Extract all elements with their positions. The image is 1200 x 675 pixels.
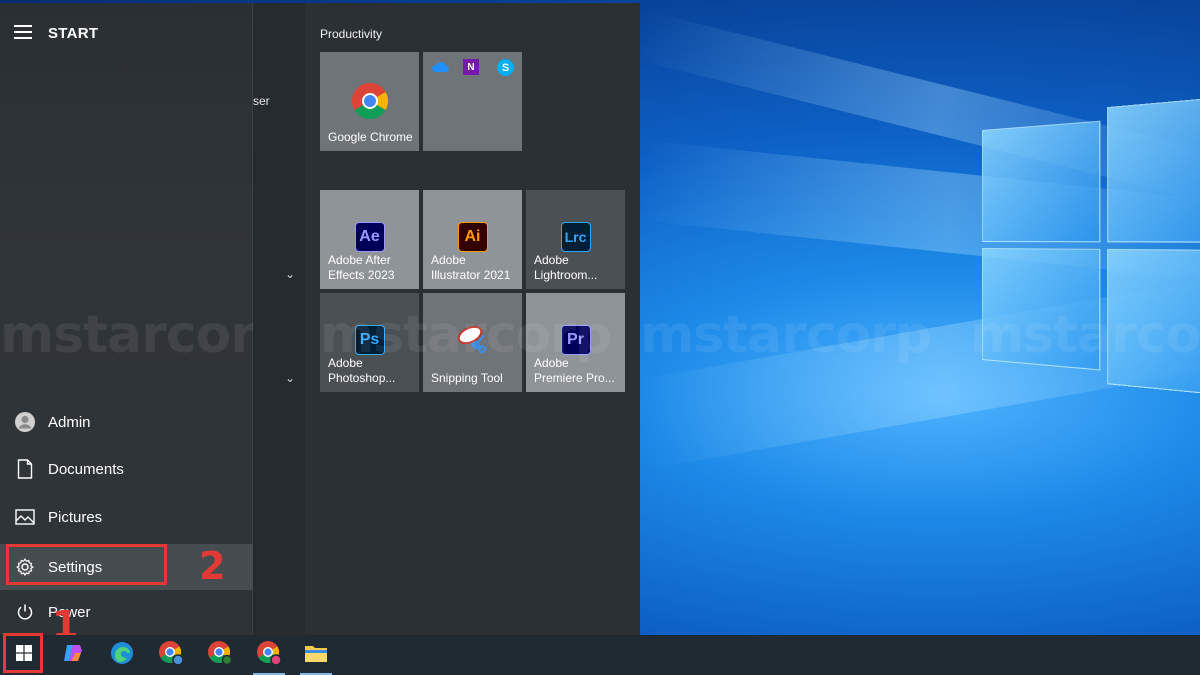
app-list-strip: ser ⌄ ⌄ [253, 3, 305, 635]
after-effects-icon: Ae [354, 222, 385, 252]
app-list-fragment: ser [253, 94, 270, 108]
taskbar-chrome[interactable] [196, 635, 244, 675]
tile-label: Adobe After Effects 2023 [328, 253, 395, 282]
tile-adobe-illustrator[interactable]: Ai Adobe Illustrator 2021 [423, 190, 522, 289]
tile-google-chrome[interactable]: Google Chrome [320, 52, 419, 151]
lightroom-icon: Lrc [560, 222, 591, 252]
illustrator-icon: Ai [457, 222, 488, 252]
taskbar-file-explorer[interactable] [292, 635, 340, 675]
watermark-text: mstarcorp [320, 305, 612, 365]
taskbar-chrome-profile[interactable] [147, 635, 195, 675]
file-explorer-icon [304, 643, 328, 668]
nav-label-pictures: Pictures [48, 508, 103, 526]
nav-item-power[interactable]: Power [0, 589, 253, 635]
chrome-profile-icon [158, 640, 184, 671]
taskbar-edge[interactable] [98, 635, 146, 675]
tile-label: Adobe Illustrator 2021 [431, 253, 511, 282]
tile-label: Google Chrome [328, 130, 413, 144]
chrome-icon [351, 82, 389, 120]
tile-adobe-lightroom[interactable]: Lrc Adobe Lightroom... [526, 190, 625, 289]
chevron-down-icon[interactable]: ⌄ [285, 371, 295, 385]
power-icon [14, 601, 36, 623]
chrome-icon [207, 640, 233, 671]
watermark-text: mstarcorp [970, 305, 1200, 365]
tile-label: Adobe Lightroom... [534, 253, 598, 282]
start-menu-sidebar: START Admin Documents Pictures Settings [0, 3, 292, 635]
settings-highlight-box [6, 544, 167, 585]
document-icon [14, 458, 36, 480]
nav-label-documents: Documents [48, 460, 124, 478]
taskbar [0, 635, 1200, 675]
user-avatar-icon [14, 411, 36, 433]
tile-group-title-productivity: Productivity [320, 27, 383, 41]
nav-label-admin: Admin [48, 413, 91, 431]
nav-item-documents[interactable]: Documents [0, 446, 253, 492]
watermark-text: mstarcorp [0, 305, 292, 365]
onedrive-icon [431, 60, 449, 78]
hamburger-menu-icon[interactable] [14, 25, 32, 39]
start-menu: START Admin Documents Pictures Settings [0, 3, 640, 635]
tile-office-folder[interactable]: N S [423, 52, 522, 151]
taskbar-copilot[interactable] [49, 635, 97, 675]
watermark-text: mstarcorp [640, 305, 932, 365]
pictures-icon [14, 506, 36, 528]
chrome-n-icon [256, 640, 282, 671]
tile-adobe-after-effects[interactable]: Ae Adobe After Effects 2023 [320, 190, 419, 289]
nav-item-pictures[interactable]: Pictures [0, 494, 253, 540]
skype-icon: S [497, 59, 514, 76]
start-button-highlight-box [3, 633, 43, 673]
onenote-icon: N [463, 59, 479, 75]
step-number-2: 2 [199, 544, 226, 588]
taskbar-chrome-n[interactable] [245, 635, 293, 675]
start-title: START [48, 25, 99, 42]
nav-item-admin[interactable]: Admin [0, 399, 253, 445]
copilot-icon [61, 641, 85, 670]
chevron-down-icon[interactable]: ⌄ [285, 267, 295, 281]
edge-icon [110, 641, 134, 670]
tile-label: Snipping Tool [431, 371, 503, 385]
